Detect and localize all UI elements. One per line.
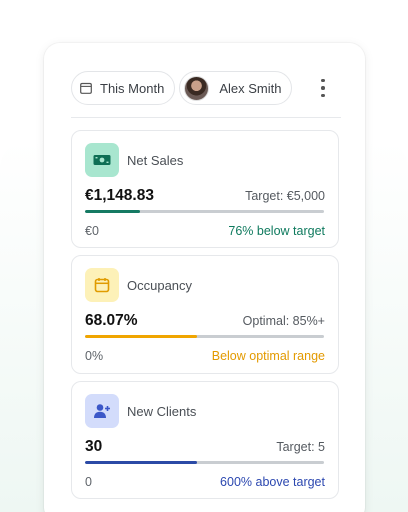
- calendar-icon: [85, 268, 119, 302]
- dashboard-panel: This Month Alex Smith Net Sales €1,148.8…: [44, 43, 365, 512]
- metric-value: 30: [85, 438, 103, 455]
- metric-value: 68.07%: [85, 312, 138, 329]
- target-label: Optimal: 85%+: [242, 314, 325, 328]
- card-title: Net Sales: [127, 152, 184, 168]
- add-user-icon: [85, 394, 119, 428]
- target-label: Target: 5: [276, 440, 325, 454]
- target-label: Target: €5,000: [245, 189, 325, 203]
- progress-bar: [85, 335, 324, 338]
- progress-bar: [85, 210, 324, 213]
- card-title: Occupancy: [127, 277, 193, 293]
- cash-icon: [85, 143, 119, 177]
- period-selector[interactable]: This Month: [71, 71, 176, 105]
- status-text: 600% above target: [220, 475, 325, 489]
- user-name: Alex Smith: [219, 80, 282, 96]
- status-text: 76% below target: [228, 224, 325, 238]
- more-options-icon[interactable]: [314, 76, 332, 100]
- period-label: This Month: [100, 80, 165, 96]
- avatar: [184, 75, 210, 101]
- new-clients-card: New Clients 30 Target: 5 0 600% above ta…: [71, 381, 339, 499]
- user-selector[interactable]: Alex Smith: [179, 71, 293, 105]
- toolbar: This Month Alex Smith: [71, 70, 338, 106]
- divider: [71, 117, 341, 118]
- status-text: Below optimal range: [211, 349, 325, 363]
- min-label: €0: [85, 224, 99, 238]
- metric-value: €1,148.83: [85, 187, 154, 204]
- occupancy-card: Occupancy 68.07% Optimal: 85%+ 0% Below …: [71, 255, 339, 374]
- min-label: 0%: [85, 349, 104, 363]
- min-label: 0: [85, 475, 92, 489]
- progress-bar: [85, 461, 324, 464]
- calendar-icon: [80, 82, 92, 94]
- net-sales-card: Net Sales €1,148.83 Target: €5,000 €0 76…: [71, 130, 339, 248]
- card-title: New Clients: [127, 403, 197, 419]
